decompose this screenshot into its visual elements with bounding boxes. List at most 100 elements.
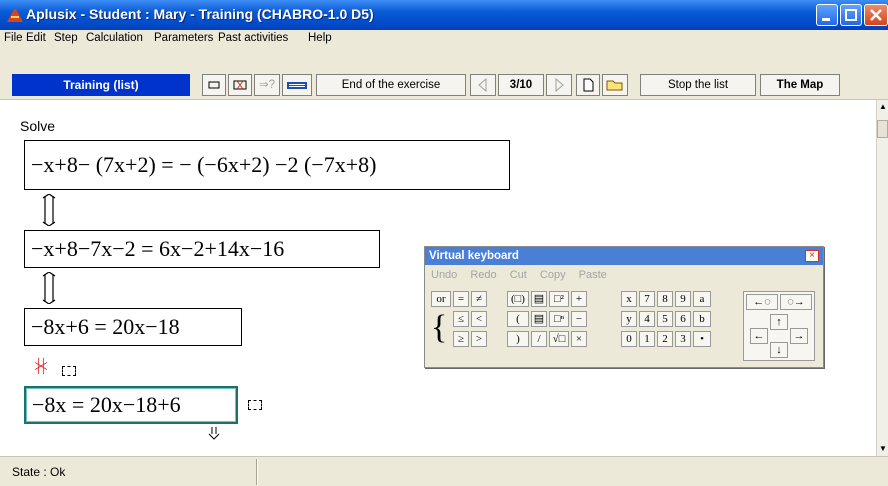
close-icon [870, 9, 882, 21]
key-or[interactable]: or [431, 291, 451, 307]
new-document-button[interactable] [576, 74, 600, 96]
not-equivalent-arrow-icon[interactable] [34, 350, 48, 382]
minimize-button[interactable] [816, 4, 838, 26]
minimize-icon [822, 18, 830, 21]
the-map-button[interactable]: The Map [760, 74, 840, 96]
key-less[interactable]: < [471, 311, 487, 327]
key-slash[interactable]: / [531, 331, 547, 347]
key-9[interactable]: 9 [675, 291, 691, 307]
instruction-label: Solve [20, 118, 56, 134]
key-plus[interactable]: + [571, 291, 587, 307]
expression-box[interactable]: −8x+6 = 20x−18 [24, 308, 242, 346]
equivalence-arrow-icon[interactable] [42, 194, 56, 226]
virtual-keyboard-close-icon[interactable]: × [805, 250, 819, 262]
key-not-equal[interactable]: ≠ [471, 291, 487, 307]
new-box-button[interactable] [202, 74, 226, 96]
cut-button[interactable]: Cut [510, 269, 527, 281]
menu-help[interactable]: Help [308, 32, 332, 44]
link-boxes-button[interactable] [228, 74, 252, 96]
menu-bar: File Edit Step Calculation Parameters Pa… [0, 30, 888, 48]
key-close-paren[interactable]: ) [507, 331, 529, 347]
key-a[interactable]: a [693, 291, 711, 307]
virtual-keyboard-title[interactable]: Virtual keyboard [425, 247, 823, 265]
maximize-icon [845, 9, 857, 21]
paste-button[interactable]: Paste [579, 269, 607, 281]
new-document-icon [583, 78, 594, 92]
key-6[interactable]: 6 [675, 311, 691, 327]
equivalence-arrow-icon[interactable] [42, 272, 56, 304]
empty-box-placeholder[interactable] [248, 400, 262, 410]
open-folder-button[interactable] [602, 74, 628, 96]
key-minus[interactable]: − [571, 311, 587, 327]
expression-box[interactable]: −x+8−7x−2 = 6x−2+14x−16 [24, 230, 380, 268]
arrow-left-icon[interactable]: ← [750, 328, 768, 344]
key-greater-equal[interactable]: ≥ [453, 331, 469, 347]
vertical-scrollbar[interactable]: ▲ ▼ [876, 100, 888, 456]
key-8[interactable]: 8 [657, 291, 673, 307]
key-fraction-2[interactable]: ▤ [531, 311, 547, 327]
key-less-equal[interactable]: ≤ [453, 311, 469, 327]
key-fraction[interactable]: ▤ [531, 291, 547, 307]
key-3[interactable]: 3 [675, 331, 691, 347]
scroll-up-arrow-icon[interactable]: ▲ [878, 101, 888, 113]
menu-file[interactable]: File [4, 32, 23, 44]
expression-text: −8x+6 = 20x−18 [31, 314, 180, 339]
application-window: Aplusix - Student : Mary - Training (CHA… [0, 0, 888, 486]
key-times[interactable]: × [571, 331, 587, 347]
close-button[interactable] [864, 4, 888, 26]
mode-label: Training (list) [12, 74, 190, 96]
menu-past-activities[interactable]: Past activities [218, 32, 288, 44]
end-exercise-button[interactable]: End of the exercise [316, 74, 466, 96]
maximize-button[interactable] [840, 4, 862, 26]
stop-list-button[interactable]: Stop the list [640, 74, 756, 96]
key-2[interactable]: 2 [657, 331, 673, 347]
page-counter: 3/10 [498, 74, 544, 96]
redo-button[interactable]: Redo [470, 269, 496, 281]
chevron-right-icon [555, 77, 564, 93]
key-greater[interactable]: > [471, 331, 487, 347]
aplusix-logo-icon [7, 9, 23, 22]
expression-text: −x+8−7x−2 = 6x−2+14x−16 [31, 236, 285, 261]
key-7[interactable]: 7 [639, 291, 655, 307]
expression-text: −x+8− (7x+2) = − (−6x+2) −2 (−7x+8) [31, 152, 377, 177]
expression-box[interactable]: −x+8− (7x+2) = − (−6x+2) −2 (−7x+8) [24, 140, 510, 190]
menu-calculation[interactable]: Calculation [86, 32, 143, 44]
key-y[interactable]: y [621, 311, 637, 327]
title-bar[interactable]: Aplusix - Student : Mary - Training (CHA… [0, 0, 888, 30]
empty-link-placeholder[interactable] [62, 366, 76, 376]
key-move-left[interactable]: ←◌ [746, 294, 778, 310]
keyboard-icon [287, 82, 307, 89]
key-0[interactable]: 0 [621, 331, 637, 347]
check-equivalence-button[interactable]: ⇒? [254, 74, 280, 96]
key-sqrt[interactable]: √□ [549, 331, 569, 347]
next-button[interactable] [546, 74, 572, 96]
arrow-up-icon[interactable]: ↑ [770, 314, 788, 330]
key-4[interactable]: 4 [639, 311, 655, 327]
menu-edit[interactable]: Edit [26, 32, 46, 44]
key-1[interactable]: 1 [639, 331, 655, 347]
scroll-down-arrow-icon[interactable]: ▼ [878, 443, 888, 455]
key-b[interactable]: b [693, 311, 711, 327]
arrow-down-icon[interactable]: ↓ [770, 342, 788, 358]
key-parentheses[interactable]: (□) [507, 291, 529, 307]
key-move-right[interactable]: ◌→ [780, 294, 812, 310]
key-open-paren[interactable]: ( [507, 311, 529, 327]
scroll-thumb[interactable] [877, 120, 888, 138]
undo-button[interactable]: Undo [431, 269, 457, 281]
key-5[interactable]: 5 [657, 311, 673, 327]
status-text: State : Ok [12, 465, 66, 479]
key-brace[interactable]: { [431, 311, 447, 345]
key-equals[interactable]: = [453, 291, 469, 307]
key-dot[interactable]: • [693, 331, 711, 347]
arrow-right-icon[interactable]: → [790, 328, 808, 344]
key-square[interactable]: □² [549, 291, 569, 307]
key-power[interactable]: □ⁿ [549, 311, 569, 327]
menu-parameters[interactable]: Parameters [154, 32, 213, 44]
expression-box-selected[interactable]: −8x = 20x−18+6 [24, 386, 238, 424]
key-x[interactable]: x [621, 291, 637, 307]
menu-step[interactable]: Step [54, 32, 78, 44]
down-arrow-icon[interactable] [208, 426, 220, 440]
copy-button[interactable]: Copy [540, 269, 566, 281]
previous-button[interactable] [470, 74, 496, 96]
keyboard-toggle-button[interactable] [282, 74, 312, 96]
